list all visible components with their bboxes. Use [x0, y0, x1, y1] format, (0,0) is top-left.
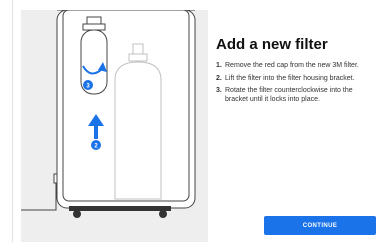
wheel-left	[73, 210, 81, 218]
instructions-panel: Add a new filter 1. Remove the red cap f…	[216, 36, 376, 108]
step-number: 1.	[216, 62, 222, 69]
steps-list: 1. Remove the red cap from the new 3M fi…	[216, 62, 376, 104]
cabinet-base	[69, 206, 171, 211]
list-item: 3. Rotate the filter counterclockwise in…	[216, 87, 376, 104]
list-item: 1. Remove the red cap from the new 3M fi…	[216, 62, 376, 71]
filter-illustration: 3 2	[21, 10, 208, 242]
step-text: Remove the red cap from the new 3M filte…	[225, 62, 359, 69]
continue-button[interactable]: CONTINUE	[264, 216, 376, 235]
list-item: 2. Lift the filter into the filter housi…	[216, 75, 376, 84]
water-line	[21, 181, 57, 211]
step-text: Lift the filter into the filter housing …	[225, 74, 355, 82]
step-number: 3.	[216, 87, 222, 94]
wheel-right	[159, 210, 167, 218]
page-title: Add a new filter	[216, 36, 328, 53]
step-number: 2.	[216, 74, 222, 82]
page: 3 2 Add a new filter 1. Remove the red c…	[0, 0, 381, 242]
divider	[12, 0, 13, 242]
step-text: Rotate the filter counterclockwise into …	[225, 87, 353, 103]
